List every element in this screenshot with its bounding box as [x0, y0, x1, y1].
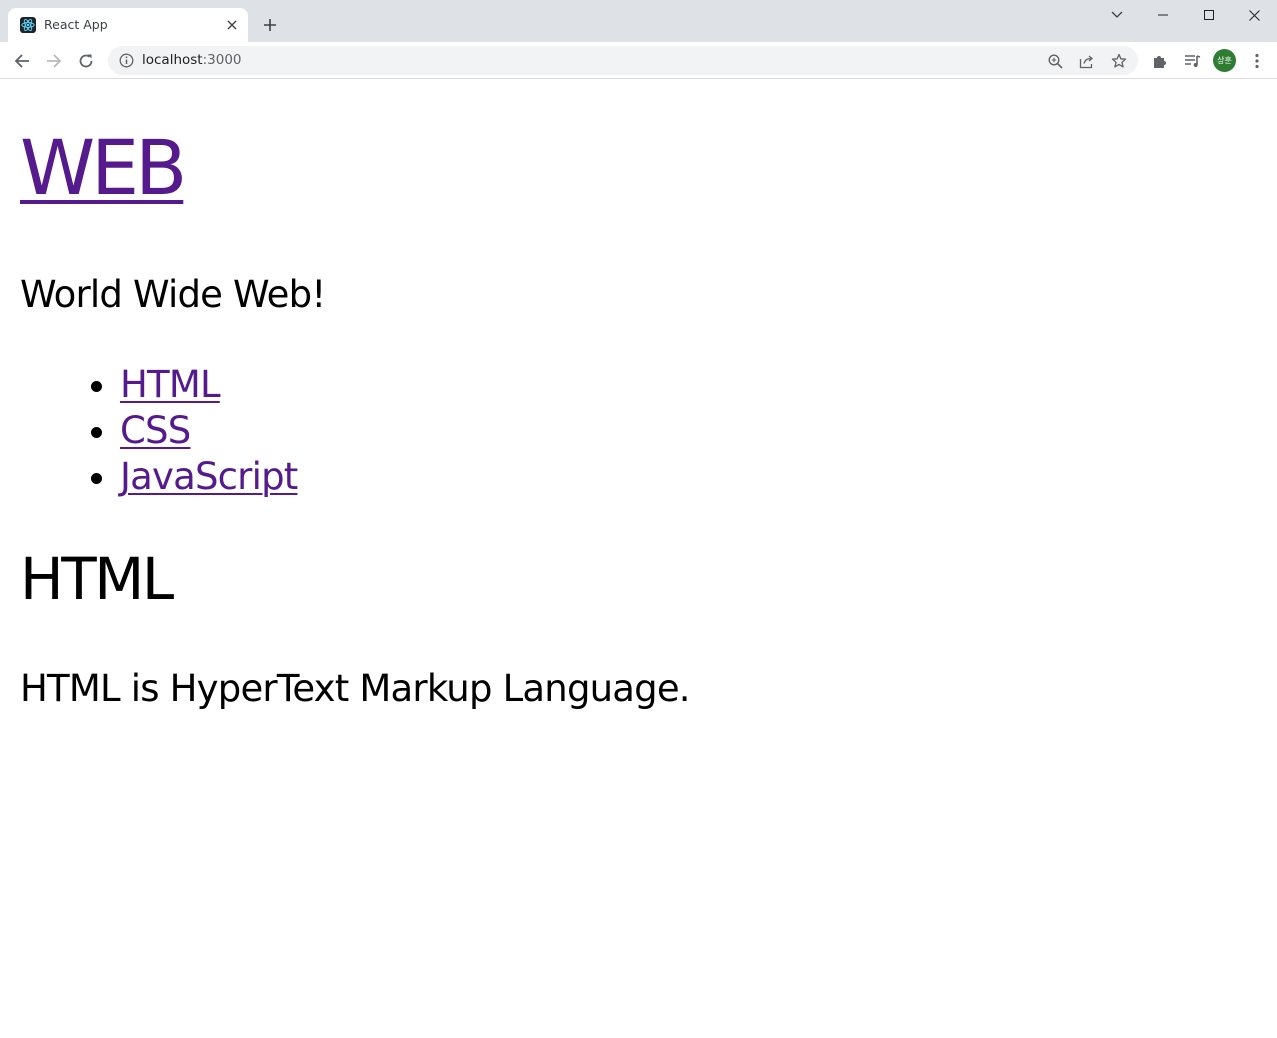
article-body: HTML is HyperText Markup Language.: [20, 667, 691, 710]
nav-link-css[interactable]: CSS: [120, 409, 191, 452]
nav-item-javascript: JavaScript: [20, 454, 298, 500]
url-text[interactable]: localhost:3000: [142, 52, 242, 68]
site-info-icon[interactable]: [118, 52, 134, 68]
nav-item-html: HTML: [20, 362, 297, 408]
extensions-puzzle-icon[interactable]: [1149, 50, 1171, 72]
nav-link-javascript[interactable]: JavaScript: [120, 455, 298, 498]
reload-icon[interactable]: [73, 48, 99, 74]
bullet-icon: [91, 381, 102, 392]
url-host: localhost: [142, 52, 203, 68]
tab-strip: React App: [0, 0, 1277, 42]
url-port: :3000: [202, 52, 242, 68]
address-bar[interactable]: localhost:3000: [108, 46, 1138, 75]
bullet-icon: [91, 473, 102, 484]
browser-toolbar: localhost:3000 상훈: [0, 42, 1277, 79]
page-content: WEB World Wide Web! HTML CSS JavaScript …: [0, 80, 1277, 1038]
more-menu-icon[interactable]: [1246, 50, 1268, 72]
zoom-icon[interactable]: [1045, 51, 1065, 71]
close-tab-icon[interactable]: [222, 15, 242, 35]
tab-search-chevron-down-icon[interactable]: [1094, 0, 1140, 30]
forward-arrow-icon[interactable]: [41, 48, 67, 74]
minimize-icon[interactable]: [1140, 0, 1186, 30]
nav-item-css: CSS: [20, 408, 297, 454]
maximize-icon[interactable]: [1186, 0, 1232, 30]
react-logo-icon: [20, 17, 36, 33]
site-title: WEB: [20, 130, 187, 206]
back-arrow-icon[interactable]: [9, 48, 35, 74]
media-playlist-icon[interactable]: [1181, 50, 1203, 72]
share-icon[interactable]: [1077, 51, 1097, 71]
bullet-icon: [91, 427, 102, 438]
bookmark-star-icon[interactable]: [1109, 51, 1129, 71]
site-title-link[interactable]: WEB: [20, 123, 187, 212]
nav-link-html[interactable]: HTML: [120, 363, 221, 406]
profile-avatar[interactable]: 상훈: [1213, 49, 1236, 72]
tab-title: React App: [44, 17, 108, 32]
browser-tab[interactable]: React App: [8, 8, 248, 42]
intro-text: World Wide Web!: [20, 273, 326, 316]
article-title: HTML: [20, 545, 174, 613]
close-window-icon[interactable]: [1231, 0, 1277, 30]
new-tab-plus-icon[interactable]: [258, 13, 282, 37]
topic-nav-list: HTML CSS JavaScript: [20, 362, 298, 500]
